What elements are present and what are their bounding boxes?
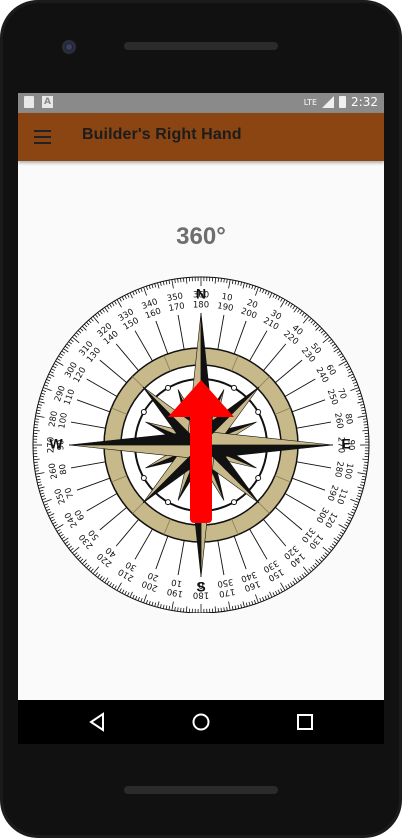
top-speaker (124, 42, 278, 50)
dial-tick (223, 278, 225, 283)
sd-card-icon (24, 96, 34, 108)
home-icon[interactable] (191, 712, 211, 732)
dial-tick (33, 429, 40, 432)
app-bar: Builder's Right Hand (18, 113, 384, 161)
dial-tick (34, 421, 39, 423)
cardinal-south: S (196, 579, 205, 595)
nav-bar (18, 700, 384, 744)
status-bar: A LTE 2:32 (18, 93, 384, 113)
dial-tick (363, 467, 368, 469)
cardinal-west: W (49, 436, 63, 452)
rose-ring-bead (165, 384, 171, 391)
recents-icon[interactable] (296, 712, 314, 732)
heading-arrow-shaft (190, 415, 212, 523)
menu-icon[interactable] (34, 130, 51, 144)
dial-tick (34, 467, 39, 469)
bottom-speaker (124, 786, 278, 794)
dial-back-degree-label: 80 (58, 463, 70, 475)
dial-back-degree-label: 10 (171, 577, 183, 589)
rose-ring-bead (140, 409, 147, 415)
rose-ring-bead (231, 384, 237, 391)
dial-back-degree-label: 180 (193, 301, 209, 311)
battery-icon (339, 96, 347, 108)
dial-tick (33, 458, 40, 461)
network-label: LTE (303, 97, 318, 107)
cardinal-north: N (196, 286, 206, 302)
back-icon[interactable] (88, 712, 106, 732)
dial-tick (363, 421, 368, 423)
dial-tick (362, 429, 369, 432)
status-time: 2:32 (351, 95, 378, 109)
front-camera (62, 40, 76, 54)
a-notification-icon: A (42, 96, 53, 108)
rose-ring-bead (140, 475, 147, 481)
dial-tick (214, 277, 217, 284)
rose-ring-bead (255, 409, 262, 415)
app-title: Builder's Right Hand (82, 126, 242, 143)
dial-tick (185, 277, 188, 284)
heading-readout: 360° (176, 223, 226, 250)
dial-tick (177, 278, 179, 283)
phone-frame: A LTE 2:32 Builder's Right Hand 360° 360… (0, 0, 402, 838)
rose-ring-bead (255, 475, 262, 481)
dial-tick (223, 607, 225, 612)
rose-ring-bead (165, 499, 171, 506)
dial-tick (362, 458, 369, 461)
dial-tick (214, 606, 217, 613)
dial-tick (177, 607, 179, 612)
compass-dial: 36018010190 20200 30210 4022050230602407025… (32, 276, 370, 613)
dial-tick (185, 606, 188, 613)
signal-icon (322, 96, 335, 108)
cardinal-east: E (341, 436, 350, 452)
rose-ring-bead (231, 499, 237, 506)
